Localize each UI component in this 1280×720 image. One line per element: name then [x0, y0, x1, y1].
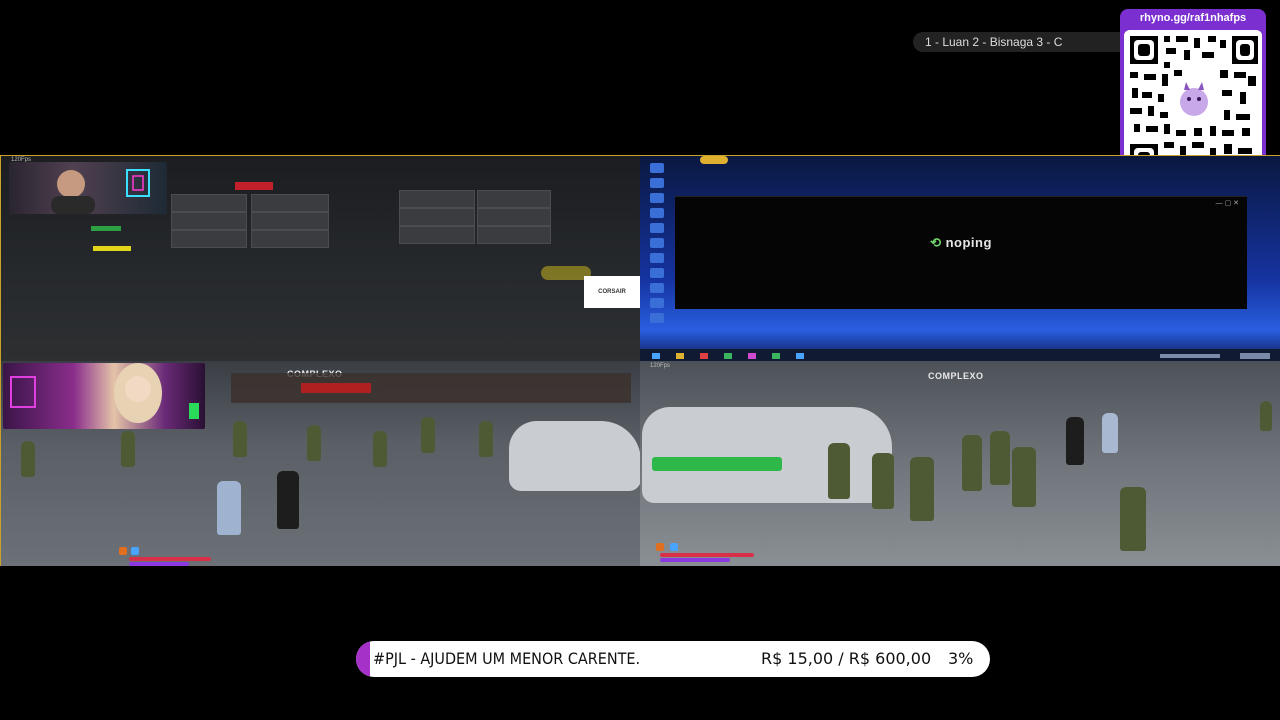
- multistream-grid: 120Fps CORSAIR — ▢ ✕ ⟲ noping 120Fps COM…: [0, 155, 1280, 566]
- armor-bar: [129, 562, 189, 566]
- red-vehicle: [301, 383, 371, 393]
- character: [1120, 487, 1146, 551]
- player-character: [277, 471, 299, 529]
- menu-button[interactable]: [399, 190, 475, 208]
- complexo-watermark: COMPLEXO: [928, 371, 984, 381]
- character: [1260, 401, 1272, 431]
- character: [479, 421, 493, 457]
- player-character: [217, 481, 241, 535]
- taskbar-icons: [652, 353, 1270, 359]
- hud-icon: [670, 543, 678, 551]
- donation-progress-accent: [356, 641, 370, 677]
- menu-button[interactable]: [251, 194, 329, 212]
- health-bar: [660, 553, 754, 557]
- character: [990, 431, 1010, 485]
- character: [1102, 413, 1118, 453]
- character: [1012, 447, 1036, 507]
- building-structure: [231, 373, 631, 403]
- character: [307, 425, 321, 461]
- desktop-icons: [648, 158, 670, 326]
- donation-percent: 3%: [948, 649, 974, 668]
- menu-button[interactable]: [399, 208, 475, 226]
- suv-vehicle: [509, 421, 641, 491]
- character: [21, 441, 35, 477]
- stream-pane-top-left[interactable]: 120Fps CORSAIR: [0, 156, 641, 361]
- menu-button[interactable]: [171, 194, 247, 212]
- windows-taskbar[interactable]: [640, 349, 1280, 361]
- qr-url-label: rhyno.gg/raf1nhafps: [1139, 12, 1247, 24]
- ranking-ticker: 1 - Luan 2 - Bisnaga 3 - C: [913, 32, 1123, 52]
- armor-bar: [660, 558, 730, 562]
- status-bar-yellow: [93, 246, 131, 251]
- character: [962, 435, 982, 491]
- stream-pane-top-right[interactable]: — ▢ ✕ ⟲ noping: [640, 156, 1280, 361]
- vehicle-notification: [652, 457, 782, 471]
- menu-button[interactable]: [477, 190, 551, 208]
- menu-button[interactable]: [171, 230, 247, 248]
- noping-window[interactable]: — ▢ ✕ ⟲ noping: [675, 196, 1247, 309]
- character: [1066, 417, 1084, 465]
- webcam-streamer-female: [3, 363, 205, 429]
- webcam-streamer-male: [9, 162, 167, 214]
- menu-button[interactable]: [477, 208, 551, 226]
- stream-pane-bottom-right[interactable]: 120Fps COMPLEXO: [640, 361, 1280, 566]
- ranking-ticker-text: 1 - Luan 2 - Bisnaga 3 - C: [925, 35, 1063, 49]
- character: [872, 453, 894, 509]
- noping-brand-text: noping: [945, 235, 992, 250]
- webcam-person-icon: [10, 363, 199, 423]
- noping-logo: ⟲ noping: [675, 235, 1247, 251]
- health-bar: [129, 557, 211, 561]
- hud-icon: [131, 547, 139, 555]
- character: [233, 421, 247, 457]
- hud-icon: [119, 547, 127, 555]
- stream-pane-bottom-left[interactable]: COMPLEXO: [0, 361, 641, 566]
- character: [121, 431, 135, 467]
- donation-amount: R$ 15,00 / R$ 600,00: [761, 649, 932, 668]
- donation-goal-bar[interactable]: #PJL - AJUDEM UM MENOR CARENTE. R$ 15,00…: [356, 641, 990, 677]
- character: [828, 443, 850, 499]
- folder-icon[interactable]: [700, 156, 728, 164]
- menu-button[interactable]: [171, 212, 247, 230]
- noping-leaf-icon: ⟲: [930, 235, 946, 250]
- menu-button[interactable]: [399, 226, 475, 244]
- suv-vehicle: [642, 407, 892, 503]
- menu-button[interactable]: [251, 230, 329, 248]
- character: [910, 457, 934, 521]
- character: [421, 417, 435, 453]
- webcam-person-icon: [51, 169, 150, 214]
- selected-tab[interactable]: [235, 182, 273, 190]
- corsair-logo: CORSAIR: [584, 276, 640, 308]
- fps-counter: 120Fps: [650, 363, 671, 369]
- menu-button[interactable]: [477, 226, 551, 244]
- hud-icon: [656, 543, 664, 551]
- status-bar-green: [91, 226, 121, 231]
- donation-message: #PJL - AJUDEM UM MENOR CARENTE.: [373, 649, 641, 668]
- window-controls[interactable]: — ▢ ✕: [1216, 199, 1239, 207]
- menu-button[interactable]: [251, 212, 329, 230]
- character: [373, 431, 387, 467]
